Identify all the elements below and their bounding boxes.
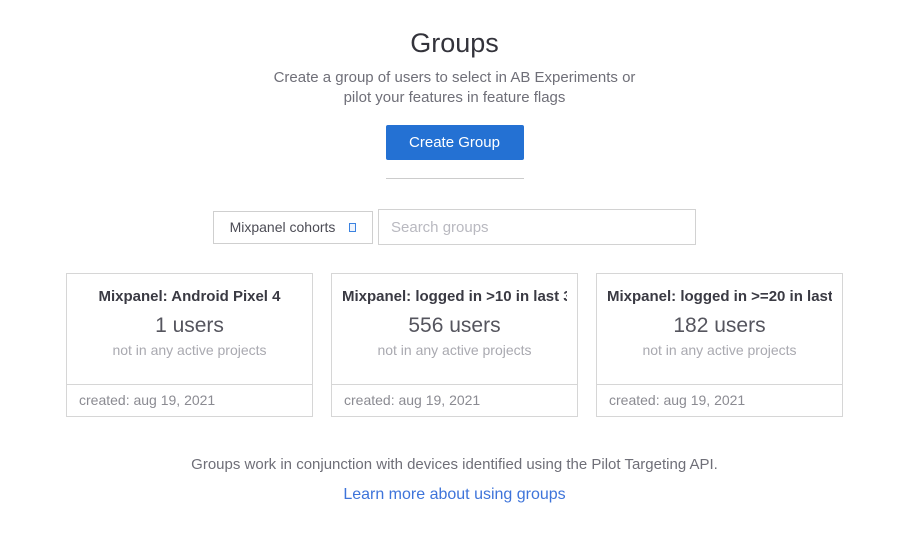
group-card-title: Mixpanel: Android Pixel 4 <box>77 287 302 306</box>
create-group-button[interactable]: Create Group <box>386 125 524 160</box>
page-subtitle: Create a group of users to select in AB … <box>0 68 909 108</box>
groups-page: Groups Create a group of users to select… <box>0 0 909 504</box>
group-card-user-count: 1 users <box>77 313 302 339</box>
group-card[interactable]: Mixpanel: logged in >=20 in last 30... 1… <box>596 273 843 417</box>
page-subtitle-line1: Create a group of users to select in AB … <box>0 68 909 88</box>
group-card-created-date: created: aug 19, 2021 <box>597 384 842 416</box>
page-subtitle-line2: pilot your features in feature flags <box>0 88 909 108</box>
group-card-title: Mixpanel: logged in >10 in last 30 ... <box>342 287 567 306</box>
footer-link-row: Learn more about using groups <box>0 486 909 504</box>
cta-row: Create Group <box>0 125 909 160</box>
search-groups-input[interactable] <box>378 209 696 245</box>
learn-more-link[interactable]: Learn more about using groups <box>343 486 565 503</box>
group-card[interactable]: Mixpanel: logged in >10 in last 30 ... 5… <box>331 273 578 417</box>
group-card[interactable]: Mixpanel: Android Pixel 4 1 users not in… <box>66 273 313 417</box>
group-card-body: Mixpanel: logged in >=20 in last 30... 1… <box>597 274 842 384</box>
group-card-project-note: not in any active projects <box>77 341 302 359</box>
cohort-source-dropdown[interactable]: Mixpanel cohorts <box>213 211 373 244</box>
group-card-project-note: not in any active projects <box>342 341 567 359</box>
group-card-body: Mixpanel: logged in >10 in last 30 ... 5… <box>332 274 577 384</box>
filters-row: Mixpanel cohorts <box>0 209 909 245</box>
group-cards-row: Mixpanel: Android Pixel 4 1 users not in… <box>0 273 909 417</box>
group-card-user-count: 556 users <box>342 313 567 339</box>
page-title: Groups <box>0 26 909 60</box>
group-card-title: Mixpanel: logged in >=20 in last 30... <box>607 287 832 306</box>
group-card-created-date: created: aug 19, 2021 <box>67 384 312 416</box>
group-card-project-note: not in any active projects <box>607 341 832 359</box>
group-card-created-date: created: aug 19, 2021 <box>332 384 577 416</box>
group-card-body: Mixpanel: Android Pixel 4 1 users not in… <box>67 274 312 384</box>
dropdown-indicator-icon <box>349 223 356 232</box>
group-card-user-count: 182 users <box>607 313 832 339</box>
footer-info-text: Groups work in conjunction with devices … <box>0 455 909 475</box>
cohort-dropdown-label: Mixpanel cohorts <box>230 219 336 235</box>
header-divider <box>386 178 524 179</box>
